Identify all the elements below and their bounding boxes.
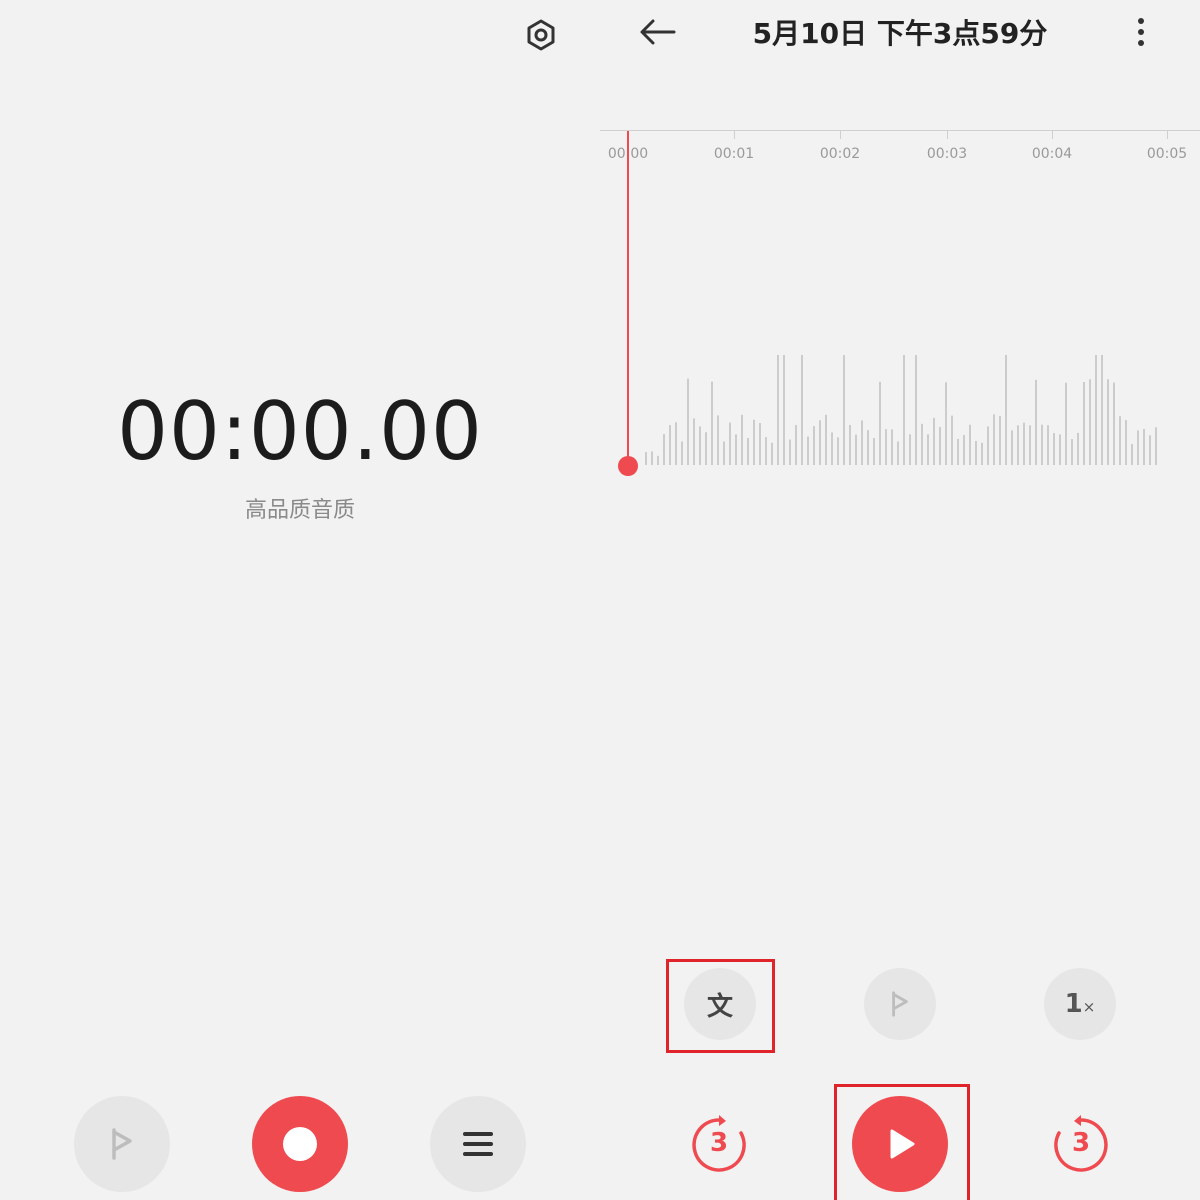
- playhead-line[interactable]: [627, 131, 629, 465]
- forward-seconds: 3: [1071, 1128, 1091, 1158]
- list-icon: [463, 1132, 493, 1156]
- settings-button[interactable]: [520, 14, 562, 56]
- arrow-left-icon: [640, 19, 676, 45]
- recordings-list-button[interactable]: [430, 1096, 526, 1192]
- record-icon: [283, 1127, 317, 1161]
- tick-mark: [947, 131, 948, 139]
- tick-label: 00:04: [1031, 146, 1073, 162]
- flag-button[interactable]: [74, 1096, 170, 1192]
- flag-icon: [892, 991, 908, 1017]
- recording-timer: 00:00.00: [117, 385, 483, 478]
- speed-value: 1: [1064, 989, 1083, 1019]
- speed-suffix: ×: [1082, 998, 1096, 1016]
- quality-label: 高品质音质: [244, 498, 355, 523]
- more-vertical-icon: [1138, 18, 1144, 46]
- timeline-ruler: [600, 130, 1200, 131]
- back-button[interactable]: [636, 14, 680, 50]
- tick-label: 00:05: [1146, 146, 1188, 162]
- tick-mark: [1052, 131, 1053, 139]
- flag-icon: [112, 1128, 132, 1160]
- recording-title: 5月10日 下午3点59分: [752, 17, 1048, 50]
- record-button[interactable]: [252, 1096, 348, 1192]
- forward-button[interactable]: 3: [1050, 1114, 1112, 1176]
- rewind-button[interactable]: 3: [688, 1114, 750, 1176]
- tick-mark: [840, 131, 841, 139]
- playhead-handle[interactable]: [618, 456, 638, 476]
- gear-icon: [527, 19, 555, 51]
- recorder-panel: 00:00.00 高品质音质: [0, 0, 600, 1200]
- tick-mark: [734, 131, 735, 139]
- speed-label: 1×: [1065, 989, 1096, 1019]
- more-button[interactable]: [1126, 14, 1156, 50]
- tick-mark: [1167, 131, 1168, 139]
- transcribe-highlight: [666, 959, 775, 1053]
- playback-flag-button[interactable]: [864, 968, 936, 1040]
- tick-label: 00:02: [819, 146, 861, 162]
- play-highlight: [834, 1084, 970, 1200]
- rewind-seconds: 3: [709, 1128, 729, 1158]
- tick-label: 00:03: [926, 146, 968, 162]
- speed-button[interactable]: 1×: [1044, 968, 1116, 1040]
- waveform: [645, 355, 1157, 465]
- tick-label: 00:01: [713, 146, 755, 162]
